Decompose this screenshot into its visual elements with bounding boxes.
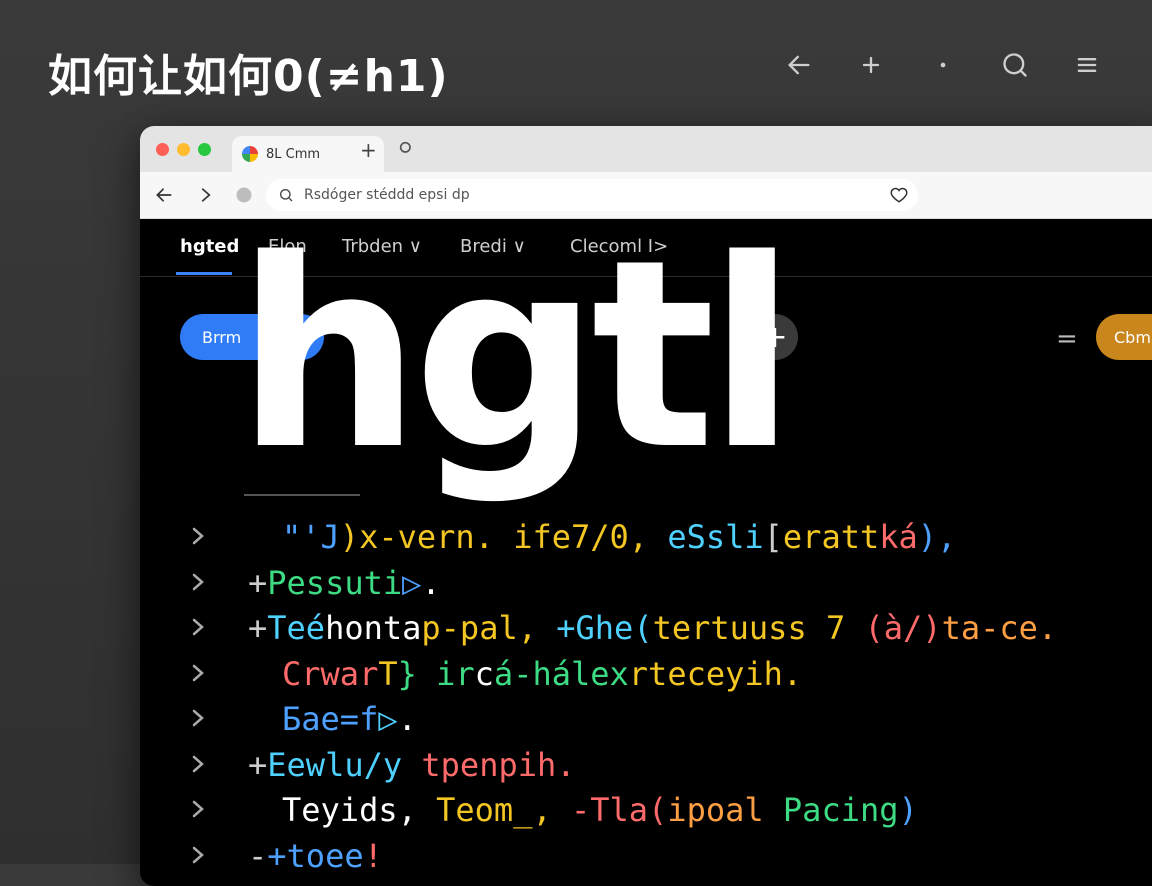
code-token: ta-ce.: [941, 609, 1058, 647]
code-token: .: [421, 563, 441, 602]
minimize-window-button[interactable]: [177, 143, 190, 156]
code-token: Eewlu/y: [267, 745, 422, 784]
window-controls: [156, 143, 211, 156]
code-token: ká: [879, 518, 918, 556]
maximize-window-button[interactable]: [198, 143, 211, 156]
code-token: Pessuti: [267, 563, 403, 602]
code-token: -Tla(: [570, 791, 668, 829]
code-line-text: -+toee!: [248, 837, 383, 875]
code-token: Teom_,: [436, 791, 571, 829]
code-line-text: "'J)x-vern. ife7/0, eSsli[erattká),: [282, 518, 956, 556]
code-token: á-hálex: [493, 654, 629, 693]
nav-item-0[interactable]: hgted: [180, 236, 239, 257]
code-token: tpenpih.: [421, 745, 576, 784]
code-prefix: +: [248, 745, 268, 784]
code-token: Crwar: [282, 654, 379, 693]
code-token: eratt: [782, 518, 880, 556]
reload-icon[interactable]: [234, 185, 254, 205]
code-token: .: [397, 700, 417, 738]
code-token: )x-vern. ife7/0,: [339, 518, 668, 556]
heart-icon[interactable]: [890, 186, 908, 204]
code-token: (à/): [864, 609, 942, 647]
code-line-text: Teyids, Teom_, -Tla(ipoal Pacing): [282, 791, 918, 829]
chevron-right-icon[interactable]: [190, 617, 206, 637]
code-line-text: +Teéhontap-pal, +Ghe(tertuuss 7 (à/)ta-c…: [248, 609, 1057, 647]
code-token: Бae=f: [282, 700, 379, 738]
code-token: +Ghe(: [556, 609, 653, 647]
forward-icon[interactable]: [196, 185, 216, 205]
address-text: Rsdóger stéddd epsi dp: [304, 187, 470, 203]
chevron-right-icon[interactable]: [190, 754, 206, 774]
code-token: Teyids,: [282, 791, 437, 829]
code-token: +toee: [267, 836, 364, 875]
chevron-right-icon[interactable]: [190, 708, 206, 728]
new-tab-button[interactable]: +: [360, 138, 377, 162]
code-token: !: [363, 836, 383, 875]
code-token: "'J: [282, 518, 340, 556]
code-token: T: [378, 654, 398, 693]
chevron-right-icon[interactable]: [190, 572, 206, 592]
code-token: } ir: [397, 654, 475, 693]
code-token: ▷: [402, 563, 422, 602]
code-token: ),: [917, 518, 957, 556]
code-token: ): [898, 791, 918, 829]
menu-icon[interactable]: =: [1056, 324, 1078, 354]
code-token: Teé: [267, 609, 326, 647]
code-token: [: [763, 518, 783, 556]
code-token: ipoal: [667, 791, 783, 829]
code-token: rteceyih.: [628, 654, 803, 693]
code-line-text: CrwarT} ircá-hálexrteceyih.: [282, 655, 802, 693]
tab-search-icon[interactable]: [398, 140, 414, 156]
back-arrow-icon[interactable]: [782, 48, 816, 82]
close-window-button[interactable]: [156, 143, 169, 156]
code-prefix: +: [248, 563, 268, 602]
code-line-text: Бae=f▷.: [282, 700, 417, 738]
code-token: Pacing: [782, 791, 899, 829]
chevron-right-icon[interactable]: [190, 799, 206, 819]
chevron-right-icon[interactable]: [190, 845, 206, 865]
active-tab-indicator: [176, 272, 232, 275]
plus-icon[interactable]: [854, 48, 888, 82]
code-token: c: [474, 654, 494, 693]
hero-heading: hgtl: [236, 205, 797, 507]
slide-title: 如何让如何0(≠h1): [48, 51, 449, 102]
chevron-right-icon[interactable]: [190, 526, 206, 546]
chevron-right-icon[interactable]: [190, 663, 206, 683]
code-token: tertuuss 7: [652, 609, 865, 647]
secondary-button[interactable]: Cbm: [1096, 314, 1152, 360]
code-token: honta: [325, 609, 422, 647]
dot-icon[interactable]: [926, 48, 960, 82]
search-icon[interactable]: [998, 48, 1032, 82]
tab-bar: 8L Cmm +: [140, 126, 1152, 172]
code-token: eSsli: [667, 518, 764, 556]
code-token: ▷: [378, 700, 398, 738]
code-token: p-pal,: [421, 609, 557, 647]
menu-icon[interactable]: [1070, 48, 1104, 82]
back-icon[interactable]: [154, 185, 174, 205]
code-prefix: +: [248, 609, 268, 647]
code-line-text: +Pessuti▷.: [248, 564, 441, 602]
favicon-icon: [242, 146, 258, 162]
search-icon: [280, 189, 293, 202]
code-prefix: -: [248, 836, 268, 875]
top-icon-bar: [782, 48, 1104, 82]
code-line-text: +Eewlu/y tpenpih.: [248, 746, 576, 784]
tab-title: 8L Cmm: [266, 146, 321, 162]
browser-window: 8L Cmm + Rsdóger stéddd epsi dp hgted El…: [140, 126, 1152, 886]
divider: [244, 494, 360, 496]
